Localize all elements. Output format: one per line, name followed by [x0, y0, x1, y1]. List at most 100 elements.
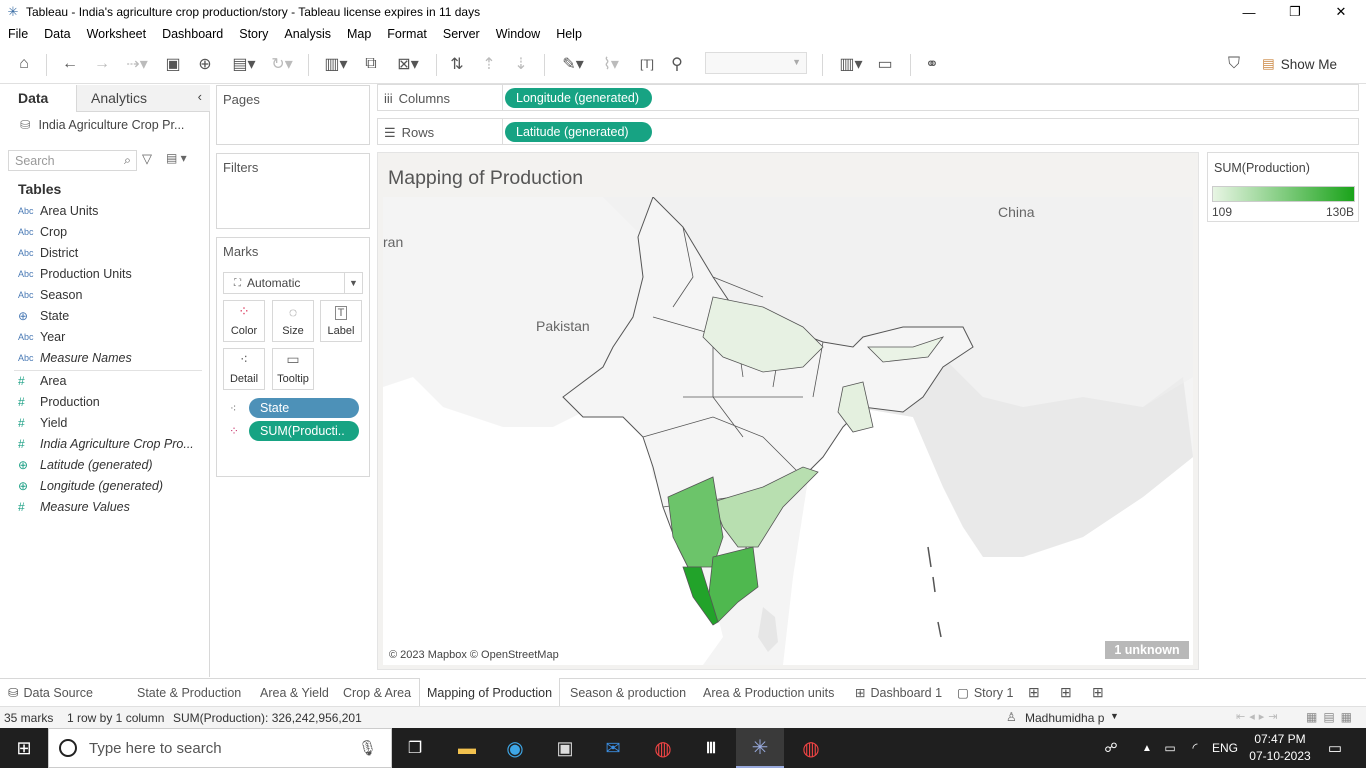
menu-worksheet[interactable]: Worksheet	[87, 27, 147, 41]
pin-icon[interactable]: ⚲	[666, 53, 688, 75]
tab-area-production-units[interactable]: Area & Production units	[703, 679, 834, 706]
store-icon[interactable]: ▣	[550, 728, 580, 768]
sheet-nav-icons[interactable]: ⇤◂▸⇥	[1236, 710, 1281, 723]
field-measure-names[interactable]: Abc Measure Names	[18, 348, 132, 368]
swap-icon[interactable]: ⇅	[446, 53, 468, 75]
notifications-icon[interactable]: ▭	[1320, 728, 1350, 768]
detail-button[interactable]: ⁖ Detail	[223, 348, 265, 390]
undo-icon[interactable]: ←	[58, 53, 82, 75]
menu-story[interactable]: Story	[239, 27, 268, 41]
fit-dropdown[interactable]: ▼	[705, 52, 807, 74]
tab-state-production[interactable]: State & Production	[137, 679, 241, 706]
show-me-button[interactable]: ▤ Show Me	[1262, 56, 1337, 72]
field-area-units[interactable]: Abc Area Units	[18, 201, 98, 221]
field-state[interactable]: ⊕ State	[18, 306, 69, 326]
columns-shelf[interactable]: iii Columns Longitude (generated)	[377, 84, 1359, 111]
tab-data[interactable]: Data	[0, 85, 76, 112]
status-user[interactable]: Madhumidha p	[1025, 711, 1104, 725]
menu-server[interactable]: Server	[443, 27, 480, 41]
clear-sheet-icon[interactable]: ⊠▾	[390, 53, 426, 75]
tab-story-1[interactable]: ▢ Story 1	[957, 679, 1013, 706]
group-icon[interactable]: ⌇▾	[594, 53, 628, 75]
tab-data-source[interactable]: ⛁ Data Source	[8, 679, 93, 706]
field-production[interactable]: # Production	[18, 392, 100, 412]
tab-analytics[interactable]: Analytics ‹	[76, 85, 210, 112]
field-district[interactable]: Abc District	[18, 243, 78, 263]
field-year[interactable]: Abc Year	[18, 327, 65, 347]
refresh-icon[interactable]: ↻▾	[264, 53, 300, 75]
people-icon[interactable]: ☍	[1100, 728, 1122, 768]
datasource-item[interactable]: ⛁ India Agriculture Crop Pr...	[20, 117, 184, 133]
filter-icon[interactable]: ▽	[142, 151, 152, 167]
field-latitude[interactable]: ⊕ Latitude (generated)	[18, 455, 153, 475]
mark-pill-state[interactable]: State	[249, 398, 359, 418]
mark-type-dropdown[interactable]: ⛶ Automatic ▼	[223, 272, 363, 294]
field-season[interactable]: Abc Season	[18, 285, 82, 305]
taskbar-search[interactable]: Type here to search 🎙	[48, 728, 392, 768]
menu-help[interactable]: Help	[556, 27, 582, 41]
wifi-icon[interactable]: ◜	[1184, 728, 1206, 768]
columns-pill[interactable]: Longitude (generated)	[505, 88, 652, 108]
rows-pill[interactable]: Latitude (generated)	[505, 122, 652, 142]
windows-start-icon[interactable]: ⊞	[0, 728, 48, 768]
view-options-icon[interactable]: ▤ ▾	[166, 151, 187, 165]
file-explorer-icon[interactable]: ▬	[452, 728, 482, 768]
replay-icon[interactable]: ⇢▾	[120, 53, 154, 75]
battery-icon[interactable]: ▭	[1160, 728, 1180, 768]
close-button[interactable]: ✕	[1318, 0, 1364, 24]
new-worksheet-icon[interactable]: ▥▾	[318, 53, 354, 75]
new-story-tab-icon[interactable]: ⊞	[1092, 679, 1104, 706]
menu-dashboard[interactable]: Dashboard	[162, 27, 223, 41]
show-cards-icon[interactable]: ▥▾	[834, 53, 868, 75]
label-button[interactable]: T Label	[320, 300, 362, 342]
tab-area-yield[interactable]: Area & Yield	[260, 679, 329, 706]
user-chevron-icon[interactable]: ▼	[1110, 711, 1119, 721]
pages-card[interactable]: Pages	[216, 85, 370, 145]
rows-shelf[interactable]: ☰ Rows Latitude (generated)	[377, 118, 1359, 145]
field-longitude[interactable]: ⊕ Longitude (generated)	[18, 476, 163, 496]
new-dashboard-tab-icon[interactable]: ⊞	[1060, 679, 1072, 706]
minimize-button[interactable]: —	[1226, 0, 1272, 24]
field-crop[interactable]: Abc Crop	[18, 222, 67, 242]
tab-crop-area[interactable]: Crop & Area	[343, 679, 411, 706]
map-view[interactable]: China Pakistan ran © 2023 Mapbox © OpenS…	[383, 197, 1193, 665]
unknown-badge[interactable]: 1 unknown	[1105, 641, 1189, 659]
task-view-icon[interactable]: ❐	[400, 728, 430, 768]
clock[interactable]: 07:47 PM 07-10-2023	[1248, 731, 1312, 765]
edge-icon[interactable]: ◉	[500, 728, 530, 768]
mark-pill-production[interactable]: SUM(Producti..	[249, 421, 359, 441]
show-labels-icon[interactable]: [T]	[636, 53, 658, 75]
color-button[interactable]: ⁘ Color	[223, 300, 265, 342]
size-button[interactable]: ◌ Size	[272, 300, 314, 342]
format-painter-icon[interactable]: ⛉	[1222, 53, 1246, 75]
pause-updates-icon[interactable]: ▤▾	[226, 53, 262, 75]
tray-chevron-icon[interactable]: ▲	[1138, 728, 1156, 768]
color-legend[interactable]: SUM(Production) 109 130B	[1207, 152, 1359, 222]
filters-card[interactable]: Filters	[216, 153, 370, 229]
sort-descending-icon[interactable]: ⇣	[510, 53, 532, 75]
share-icon[interactable]: ⚭	[920, 53, 944, 75]
menu-file[interactable]: File	[8, 27, 28, 41]
tab-season-production[interactable]: Season & production	[570, 679, 686, 706]
menu-analysis[interactable]: Analysis	[284, 27, 331, 41]
field-production-units[interactable]: Abc Production Units	[18, 264, 132, 284]
language-indicator[interactable]: ENG	[1212, 728, 1238, 768]
highlight-icon[interactable]: ✎▾	[556, 53, 590, 75]
collapse-icon[interactable]: ‹	[198, 89, 202, 104]
sort-ascending-icon[interactable]: ⇡	[478, 53, 500, 75]
save-icon[interactable]: ▣	[162, 53, 184, 75]
chrome-icon-2[interactable]: ◍	[796, 728, 826, 768]
presentation-icon[interactable]: ▭	[874, 53, 896, 75]
search-input[interactable]: Search ⌕	[8, 150, 137, 171]
view-mode-icons[interactable]: ▦▤▦	[1306, 710, 1358, 724]
duplicate-icon[interactable]: ⧉	[360, 53, 382, 75]
restore-button[interactable]: ❐	[1272, 0, 1318, 24]
map-canvas[interactable]: China Pakistan ran	[383, 197, 1193, 665]
field-yield[interactable]: # Yield	[18, 413, 67, 433]
app-icon[interactable]: Ⅲ	[696, 728, 726, 768]
tab-mapping-production[interactable]: Mapping of Production	[419, 678, 561, 707]
new-datasource-icon[interactable]: ⊕	[194, 53, 216, 75]
tab-dashboard-1[interactable]: ⊞ Dashboard 1	[855, 679, 942, 706]
menu-data[interactable]: Data	[44, 27, 70, 41]
menu-format[interactable]: Format	[387, 27, 427, 41]
